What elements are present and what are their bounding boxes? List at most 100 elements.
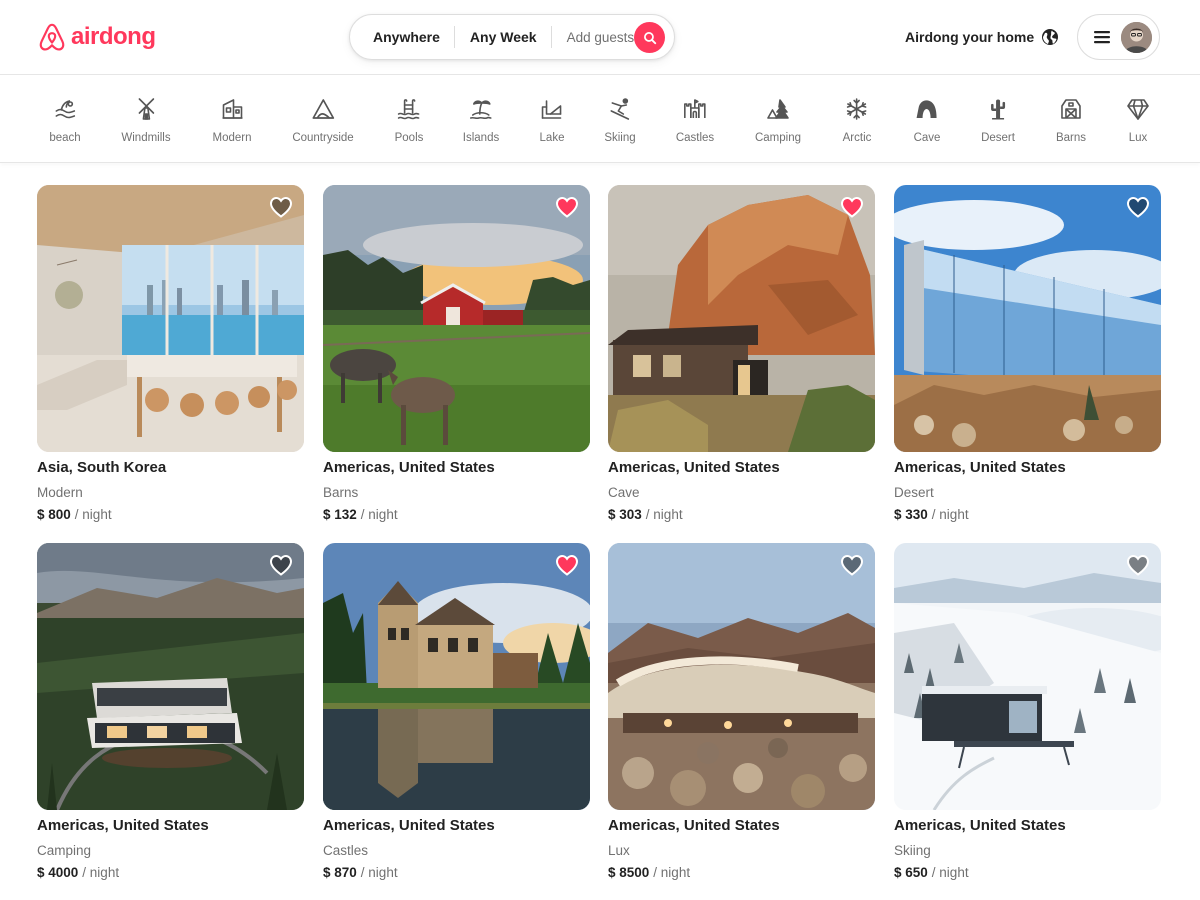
category-label: Cave	[913, 132, 941, 144]
category-label: Countryside	[292, 132, 354, 144]
listing-price: $ 8500	[608, 865, 650, 880]
category-desert[interactable]: Desert	[981, 97, 1015, 145]
search-guests[interactable]: Add guests	[552, 14, 635, 60]
listing-card[interactable]: Asia, South Korea Modern $ 800/ night	[37, 185, 304, 530]
globe-icon[interactable]	[1040, 27, 1060, 47]
category-lux[interactable]: Lux	[1126, 97, 1150, 145]
listing-category: Desert	[894, 485, 934, 500]
search-where[interactable]: Anywhere	[350, 14, 454, 60]
category-skiing[interactable]: Skiing	[604, 97, 636, 145]
favorite-button[interactable]	[555, 196, 579, 218]
listing-photo[interactable]	[894, 185, 1161, 452]
barn-icon	[1061, 99, 1081, 119]
listing-price: $ 4000	[37, 865, 79, 880]
favorite-button[interactable]	[555, 554, 579, 576]
listing-category: Cave	[608, 485, 640, 500]
category-label: Lux	[1128, 132, 1148, 144]
favorite-button[interactable]	[269, 554, 293, 576]
favorite-button[interactable]	[269, 196, 293, 218]
listing-price-line: $ 870/ night	[323, 864, 398, 882]
category-countryside[interactable]: Countryside	[292, 97, 354, 145]
price-unit: / night	[645, 507, 683, 522]
listing-photo[interactable]	[608, 543, 875, 810]
category-barns[interactable]: Barns	[1056, 97, 1086, 145]
listing-photo[interactable]	[323, 185, 590, 452]
listing-location: Americas, United States	[323, 817, 495, 834]
listing-category: Modern	[37, 485, 83, 500]
search-button[interactable]	[634, 22, 665, 53]
listing-category: Lux	[608, 843, 630, 858]
listing-card[interactable]: Americas, United States Camping $ 4000/ …	[37, 543, 304, 888]
listing-card[interactable]: Americas, United States Castles $ 870/ n…	[323, 543, 590, 888]
category-label: Arctic	[842, 132, 872, 144]
price-unit: / night	[74, 507, 112, 522]
category-modern[interactable]: Modern	[213, 97, 252, 145]
listing-location: Americas, United States	[894, 817, 1066, 834]
listing-location: Americas, United States	[37, 817, 209, 834]
listing-photo[interactable]	[37, 185, 304, 452]
lake-icon	[542, 100, 562, 119]
listing-card[interactable]: Americas, United States Lux $ 8500/ nigh…	[608, 543, 875, 888]
search-when[interactable]: Any Week	[455, 14, 551, 60]
heart-icon	[555, 554, 579, 576]
hamburger-icon	[1094, 31, 1110, 44]
category-beach[interactable]: beach	[49, 97, 81, 145]
listing-card[interactable]: Americas, United States Desert $ 330/ ni…	[894, 185, 1161, 530]
listing-card[interactable]: Americas, United States Barns $ 132/ nig…	[323, 185, 590, 530]
snowflake-icon	[847, 98, 867, 120]
windmill-icon	[138, 98, 154, 120]
listing-price-line: $ 650/ night	[894, 864, 969, 882]
brand-logo[interactable]: airdong	[37, 21, 156, 53]
favorite-button[interactable]	[840, 554, 864, 576]
heart-icon	[840, 554, 864, 576]
category-label: Islands	[462, 132, 500, 144]
listing-card[interactable]: Americas, United States Skiing $ 650/ ni…	[894, 543, 1161, 888]
listing-category: Camping	[37, 843, 92, 858]
price-unit: / night	[653, 865, 691, 880]
category-camping[interactable]: Camping	[755, 97, 801, 145]
avatar	[1121, 22, 1152, 53]
pool-icon	[398, 99, 420, 120]
listing-price: $ 650	[894, 865, 928, 880]
category-islands[interactable]: Islands	[463, 97, 499, 145]
favorite-button[interactable]	[1126, 196, 1150, 218]
logo-icon	[39, 23, 65, 51]
category-windmills[interactable]: Windmills	[121, 97, 171, 145]
cave-icon	[916, 100, 937, 118]
category-lake[interactable]: Lake	[539, 97, 565, 145]
skiing-icon	[610, 98, 629, 120]
listing-photo[interactable]	[608, 185, 875, 452]
category-castles[interactable]: Castles	[676, 97, 714, 145]
heart-icon	[555, 196, 579, 218]
search-bar[interactable]: Anywhere Any Week Add guests	[349, 14, 675, 60]
category-label: Lake	[539, 132, 565, 144]
category-label: Camping	[754, 132, 802, 144]
user-menu-button[interactable]	[1077, 14, 1160, 60]
category-bar: beach Windmills Modern Countryside Pools…	[0, 75, 1200, 163]
heart-icon	[1126, 196, 1150, 218]
category-label: Barns	[1055, 132, 1087, 144]
listing-photo[interactable]	[894, 543, 1161, 810]
top-header: airdong Anywhere Any Week Add guests Air…	[0, 0, 1200, 75]
category-cave[interactable]: Cave	[913, 97, 941, 145]
favorite-button[interactable]	[840, 196, 864, 218]
listing-location: Americas, United States	[323, 459, 495, 476]
listing-location: Americas, United States	[894, 459, 1066, 476]
listing-photo[interactable]	[323, 543, 590, 810]
favorite-button[interactable]	[1126, 554, 1150, 576]
listing-price: $ 132	[323, 507, 357, 522]
category-arctic[interactable]: Arctic	[842, 97, 872, 145]
heart-icon	[1126, 554, 1150, 576]
heart-icon	[269, 196, 293, 218]
listing-photo[interactable]	[37, 543, 304, 810]
host-your-home-link[interactable]: Airdong your home	[905, 28, 1034, 46]
beach-icon	[55, 100, 75, 119]
category-label: Modern	[212, 132, 252, 144]
listing-price: $ 870	[323, 865, 357, 880]
listing-category: Skiing	[894, 843, 931, 858]
listing-price: $ 800	[37, 507, 71, 522]
category-pools[interactable]: Pools	[394, 97, 424, 145]
price-unit: / night	[931, 865, 969, 880]
category-label: Pools	[394, 132, 424, 144]
listing-card[interactable]: Americas, United States Cave $ 303/ nigh…	[608, 185, 875, 530]
